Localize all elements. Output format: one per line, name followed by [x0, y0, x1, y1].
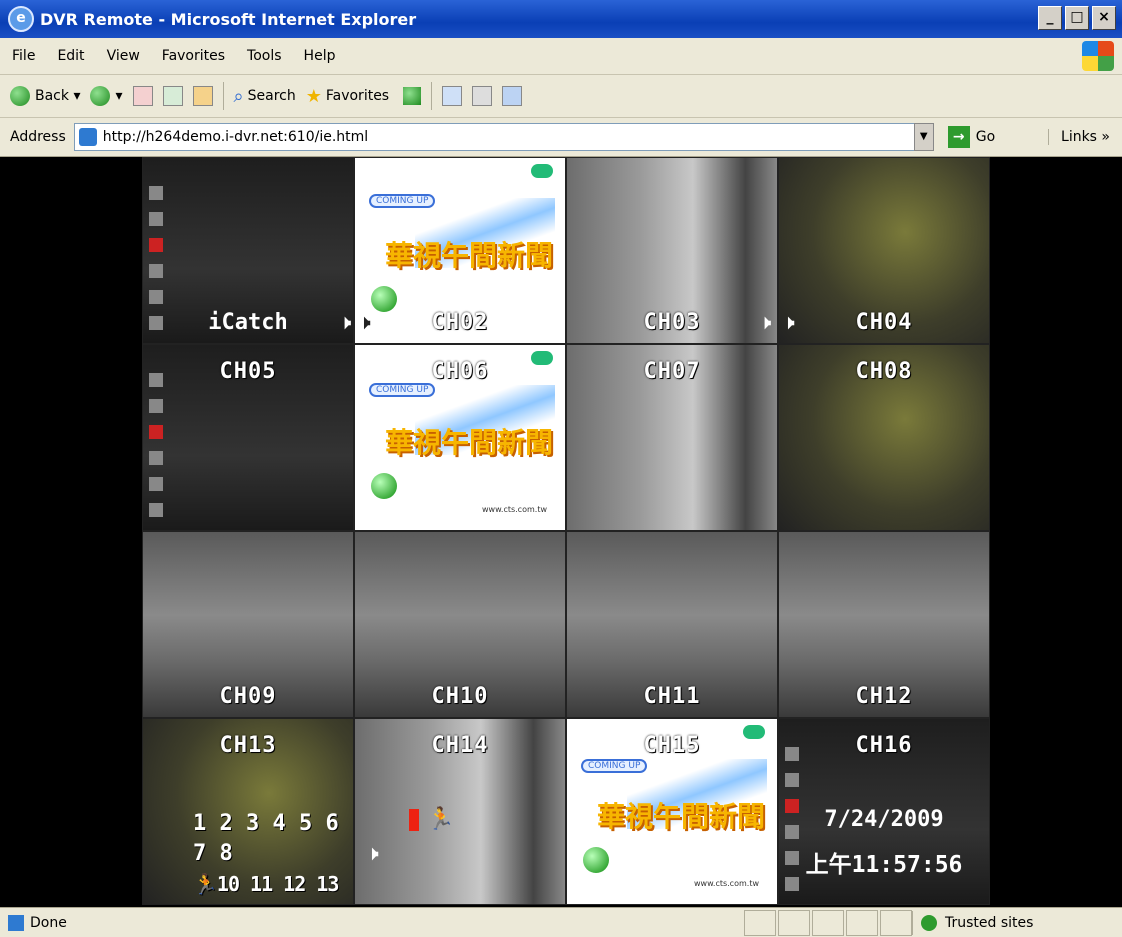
camera-label: CH08	[855, 359, 913, 384]
camera-tile-7[interactable]: CH07	[566, 344, 778, 531]
go-arrow-icon: →	[947, 126, 970, 148]
channel-status-osd: 1 2 3 4 5 6 7 8 🏃10 11 12 13 14 15 16	[193, 809, 353, 904]
camera-tile-14[interactable]: CH14 🏃 🕨	[354, 718, 566, 905]
favorites-button[interactable]: ★ Favorites	[306, 86, 389, 107]
camera-label: iCatch	[208, 310, 288, 335]
search-label: Search	[247, 88, 296, 104]
camera-tile-9[interactable]: CH09	[142, 531, 354, 718]
forward-button[interactable]: ▾	[90, 86, 123, 106]
camera-label: CH16	[855, 733, 913, 758]
camera-tile-2[interactable]: COMING UP 華視午間新聞 🕨 CH02	[354, 157, 566, 344]
camera-label: CH11	[643, 684, 701, 709]
forward-arrow-icon	[90, 86, 111, 106]
title-bar: e DVR Remote - Microsoft Internet Explor…	[0, 0, 1122, 38]
camera-label: CH03	[643, 310, 701, 335]
address-bar: Address http://h264demo.i-dvr.net:610/ie…	[0, 118, 1122, 157]
zone-label: Trusted sites	[945, 915, 1034, 931]
ie-logo-icon: e	[8, 6, 34, 32]
camera-label: CH14	[431, 733, 489, 758]
go-button[interactable]: → Go	[947, 126, 996, 148]
menu-view[interactable]: View	[107, 48, 140, 64]
star-icon: ★	[305, 85, 322, 107]
status-text: Done	[30, 914, 67, 931]
go-label: Go	[975, 129, 996, 145]
address-url: http://h264demo.i-dvr.net:610/ie.html	[102, 129, 369, 145]
security-zone[interactable]: Trusted sites	[912, 911, 1033, 935]
page-done-icon	[8, 914, 24, 931]
camera-tile-16[interactable]: CH16 7/24/2009 上午11:57:56	[778, 718, 990, 905]
search-icon: ⌕	[233, 85, 244, 107]
check-icon	[921, 915, 937, 931]
dvr-viewport: iCatch 🕨 COMING UP 華視午間新聞 🕨 CH02 CH03 🕨 …	[0, 157, 1122, 907]
address-label: Address	[10, 129, 66, 145]
minimize-button[interactable]: _	[1038, 6, 1062, 30]
camera-grid: iCatch 🕨 COMING UP 華視午間新聞 🕨 CH02 CH03 🕨 …	[142, 157, 990, 905]
address-dropdown-icon[interactable]: ▼	[913, 123, 934, 151]
mail-icon[interactable]	[442, 86, 463, 106]
camera-tile-11[interactable]: CH11	[566, 531, 778, 718]
edit-icon[interactable]	[502, 86, 523, 106]
toolbar: Back ▾ ▾ ⌕ Search ★ Favorites	[0, 75, 1122, 118]
camera-label: CH13	[219, 733, 277, 758]
menu-tools[interactable]: Tools	[247, 48, 282, 64]
camera-label: CH07	[643, 359, 701, 384]
audio-icon: 🕨	[339, 312, 351, 333]
camera-label: CH12	[855, 684, 913, 709]
audio-icon: 🕨	[759, 312, 771, 333]
camera-tile-12[interactable]: CH12	[778, 531, 990, 718]
camera-tile-3[interactable]: CH03 🕨	[566, 157, 778, 344]
home-icon[interactable]	[192, 86, 213, 106]
menu-favorites[interactable]: Favorites	[162, 48, 225, 64]
osd-date: 7/24/2009	[824, 807, 944, 832]
audio-icon: 🕨	[367, 843, 379, 864]
camera-label: CH05	[219, 359, 277, 384]
camera-tile-15[interactable]: CH15 COMING UP 華視午間新聞 www.cts.com.tw	[566, 718, 778, 905]
status-bar: Done Trusted sites	[0, 907, 1122, 937]
address-input[interactable]: http://h264demo.i-dvr.net:610/ie.html	[73, 123, 934, 151]
back-arrow-icon	[10, 86, 30, 106]
camera-tile-1[interactable]: iCatch 🕨	[142, 157, 354, 344]
motion-icon: 🏃	[427, 807, 455, 832]
camera-label: CH09	[219, 684, 277, 709]
camera-label: CH06	[431, 359, 489, 384]
windows-logo-icon	[1082, 41, 1114, 71]
maximize-button[interactable]: □	[1065, 6, 1089, 30]
camera-label: CH15	[643, 733, 701, 758]
history-icon[interactable]	[403, 87, 422, 105]
search-button[interactable]: ⌕ Search	[234, 86, 296, 107]
camera-label: CH04	[855, 310, 913, 335]
osd-time: 上午11:57:56	[805, 852, 963, 878]
camera-tile-4[interactable]: 🕨 CH04	[778, 157, 990, 344]
window-title: DVR Remote - Microsoft Internet Explorer	[40, 9, 417, 29]
menu-edit[interactable]: Edit	[57, 48, 84, 64]
camera-label: CH02	[431, 310, 489, 335]
back-label: Back	[35, 88, 69, 104]
camera-label: CH10	[431, 684, 489, 709]
camera-tile-8[interactable]: CH08	[778, 344, 990, 531]
channel-row-1: 1 2 3 4 5 6 7 8	[193, 811, 339, 866]
motion-icon: 🏃	[193, 872, 218, 896]
print-icon[interactable]	[472, 86, 493, 106]
menu-bar: File Edit View Favorites Tools Help	[0, 38, 1122, 75]
camera-tile-5[interactable]: CH05	[142, 344, 354, 531]
page-icon	[78, 128, 97, 146]
menu-help[interactable]: Help	[304, 48, 336, 64]
camera-tile-13[interactable]: CH13 1 2 3 4 5 6 7 8 🏃10 11 12 13 14 15 …	[142, 718, 354, 905]
stop-icon[interactable]	[132, 86, 153, 106]
record-indicator	[409, 809, 419, 831]
links-button[interactable]: Links »	[1048, 129, 1110, 145]
camera-tile-6[interactable]: CH06 COMING UP 華視午間新聞 www.cts.com.tw	[354, 344, 566, 531]
refresh-icon[interactable]	[162, 86, 183, 106]
camera-tile-10[interactable]: CH10	[354, 531, 566, 718]
back-button[interactable]: Back ▾	[10, 86, 80, 106]
menu-file[interactable]: File	[12, 48, 35, 64]
favorites-label: Favorites	[325, 88, 390, 104]
close-button[interactable]: ×	[1092, 6, 1116, 30]
